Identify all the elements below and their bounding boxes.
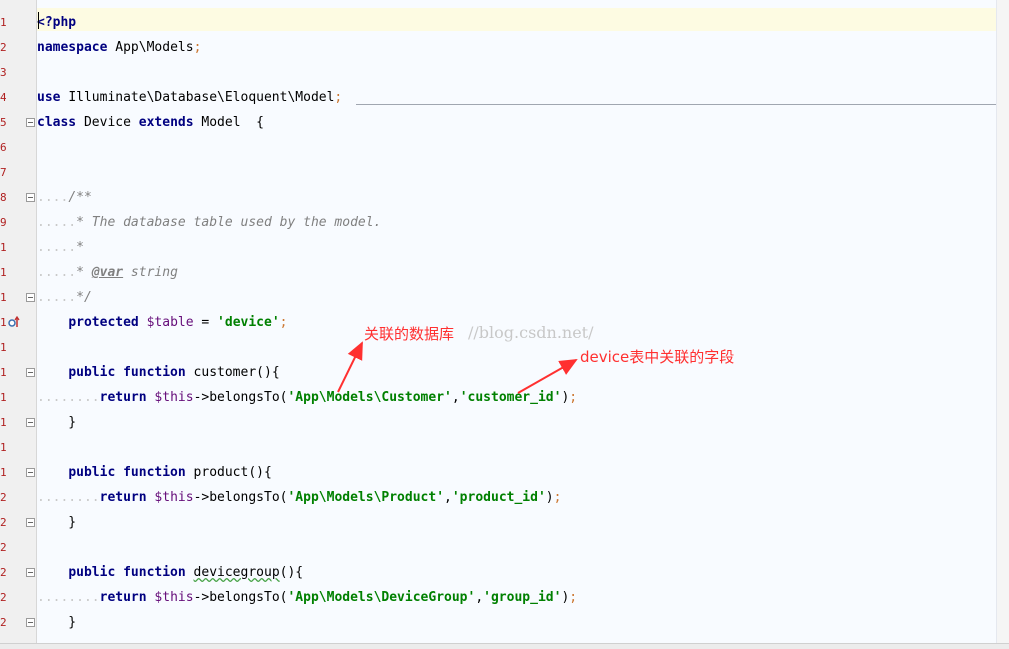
annotation-related-db: 关联的数据库 bbox=[364, 325, 455, 343]
annotation-device-field: device表中关联的字段 bbox=[580, 348, 735, 366]
arrow-to-device-field bbox=[517, 359, 578, 394]
arrow-to-related-db bbox=[337, 341, 363, 393]
annotation-arrows bbox=[337, 341, 578, 394]
